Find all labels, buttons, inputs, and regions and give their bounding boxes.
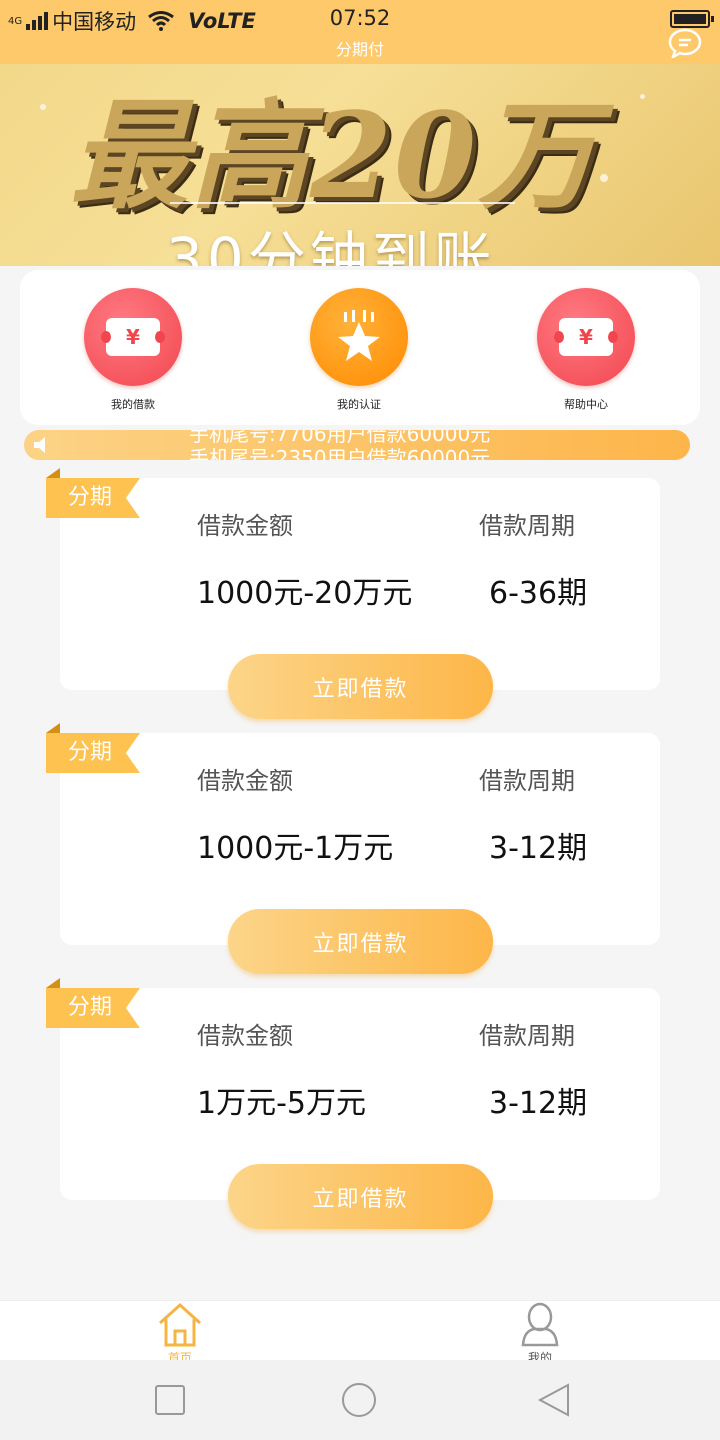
home-button-icon[interactable]: [341, 1382, 377, 1418]
tag-fold: [46, 468, 60, 478]
amount-header: 借款金额: [197, 1022, 293, 1050]
home-icon: [158, 1302, 202, 1347]
status-time: 07:52: [329, 6, 391, 30]
product-tag: 分期: [46, 988, 140, 1028]
amount-header: 借款金额: [197, 512, 293, 540]
tab-home[interactable]: 首页: [120, 1301, 240, 1360]
tab-label: 我的: [527, 1351, 552, 1360]
nav-my-verification[interactable]: 我的认证: [289, 288, 429, 412]
loan-product-card: 分期 借款金额 借款周期 1000元-20万元 6-36期 立即借款: [46, 468, 660, 719]
tag-fold: [46, 723, 60, 733]
system-nav-bar: [0, 1360, 720, 1440]
sparkle: [40, 104, 46, 110]
borrow-now-button[interactable]: 立即借款: [228, 909, 493, 974]
borrow-now-button[interactable]: 立即借款: [228, 1164, 493, 1229]
ticket-icon: ¥: [537, 288, 635, 386]
amount-value: 1000元-20万元: [197, 576, 413, 611]
amount-header: 借款金额: [197, 767, 293, 795]
banner-divider: [170, 202, 515, 204]
amount-value: 1万元-5万元: [197, 1086, 366, 1121]
tag-fold: [46, 978, 60, 988]
period-header: 借款周期: [479, 1022, 575, 1050]
period-header: 借款周期: [479, 512, 575, 540]
product-tag: 分期: [46, 478, 140, 518]
period-value: 6-36期: [489, 576, 588, 611]
speaker-icon: [34, 437, 45, 453]
promo-banner[interactable]: 最高20万 30分钟到账: [0, 64, 720, 266]
nav-my-loans[interactable]: ¥ 我的借款: [63, 288, 203, 412]
banner-subline: 30分钟到账: [166, 225, 496, 266]
amount-value: 1000元-1万元: [197, 831, 394, 866]
nav-label: 帮助中心: [564, 398, 608, 411]
period-header: 借款周期: [479, 767, 575, 795]
banner-headline: 最高20万: [70, 86, 599, 225]
tab-label: 首页: [167, 1351, 192, 1360]
period-value: 3-12期: [489, 831, 588, 866]
recents-icon[interactable]: [152, 1382, 188, 1418]
star-icon: [310, 288, 408, 386]
loan-product-card: 分期 借款金额 借款周期 1000元-1万元 3-12期 立即借款: [46, 723, 660, 974]
loan-ticker: 手机尾号:7706用户借款60000元 手机尾号:2350用户借款60000元: [24, 430, 690, 460]
battery-icon: [670, 10, 714, 28]
message-icon[interactable]: [668, 28, 702, 58]
nav-label: 我的借款: [111, 398, 155, 411]
app-header: 4G 中国移动 VoLTE 07:52 分期付: [0, 0, 720, 64]
product-tag: 分期: [46, 733, 140, 773]
ticker-line: 手机尾号:2350用户借款60000元: [189, 446, 491, 460]
ticket-icon: ¥: [84, 288, 182, 386]
tab-me[interactable]: 我的: [480, 1301, 600, 1360]
back-icon[interactable]: [536, 1382, 572, 1418]
borrow-now-button[interactable]: 立即借款: [228, 654, 493, 719]
sparkle: [640, 94, 645, 99]
user-icon: [521, 1302, 559, 1347]
sparkle: [600, 174, 608, 182]
quick-nav-card: ¥ 我的借款 我的认证 ¥ 帮助中心: [20, 270, 700, 425]
period-value: 3-12期: [489, 1086, 588, 1121]
bottom-tab-bar: 首页 我的: [0, 1300, 720, 1360]
page-title: 分期付: [335, 40, 384, 59]
loan-product-card: 分期 借款金额 借款周期 1万元-5万元 3-12期 立即借款: [46, 978, 660, 1229]
nav-label: 我的认证: [337, 398, 381, 411]
nav-help-center[interactable]: ¥ 帮助中心: [516, 288, 656, 412]
